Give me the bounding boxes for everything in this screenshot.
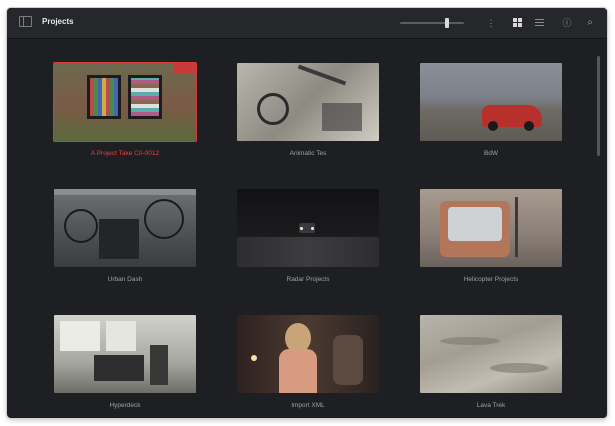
project-name: A Project Take C0-0012 — [90, 150, 160, 157]
project-tile[interactable]: BdW — [420, 63, 562, 157]
project-tile[interactable]: Lava Trek — [420, 315, 562, 409]
search-icon[interactable]: ⌕ — [584, 17, 596, 29]
project-thumbnail[interactable] — [237, 315, 379, 393]
project-name: Hyperdeck — [109, 402, 141, 409]
window-title: Projects — [42, 17, 74, 26]
project-thumbnail[interactable] — [420, 315, 562, 393]
thumbnail-size-slider[interactable] — [400, 22, 464, 24]
project-tile[interactable]: A Project Take C0-0012 — [53, 62, 197, 157]
project-tile[interactable]: Animatic Tes — [237, 63, 379, 157]
project-thumbnail[interactable] — [420, 189, 562, 267]
project-tile[interactable]: Radar Projects — [237, 189, 379, 283]
project-thumbnail[interactable] — [237, 189, 379, 267]
title-bar: Projects ⋮ ⓘ ⌕ — [7, 8, 607, 39]
more-options-icon[interactable]: ⋮ — [485, 17, 497, 29]
project-tile[interactable]: Helicopter Projects — [420, 189, 562, 283]
slider-thumb[interactable] — [445, 18, 449, 28]
project-name: Urban Dash — [107, 276, 143, 283]
project-thumbnail[interactable] — [420, 63, 562, 141]
project-tile[interactable]: Import XML — [237, 315, 379, 409]
project-name: Animatic Tes — [289, 150, 327, 157]
project-thumbnail[interactable] — [54, 189, 196, 267]
project-thumbnail[interactable] — [53, 62, 197, 142]
project-manager-window: Projects ⋮ ⓘ ⌕ A Project Take C0-0012 An… — [7, 8, 607, 418]
project-name: Helicopter Projects — [463, 276, 519, 283]
project-thumbnail[interactable] — [54, 315, 196, 393]
list-view-icon[interactable] — [535, 18, 544, 27]
project-name: Radar Projects — [286, 276, 330, 283]
project-name: BdW — [483, 150, 499, 157]
sidebar-toggle-icon[interactable] — [19, 16, 32, 27]
project-tile[interactable]: Hyperdeck — [54, 315, 196, 409]
project-tile[interactable]: Urban Dash — [54, 189, 196, 283]
project-name: Import XML — [291, 402, 325, 409]
grid-view-icon[interactable] — [513, 18, 522, 27]
info-icon[interactable]: ⓘ — [561, 17, 573, 29]
project-thumbnail[interactable] — [237, 63, 379, 141]
project-name: Lava Trek — [476, 402, 506, 409]
vertical-scrollbar[interactable] — [597, 56, 600, 156]
